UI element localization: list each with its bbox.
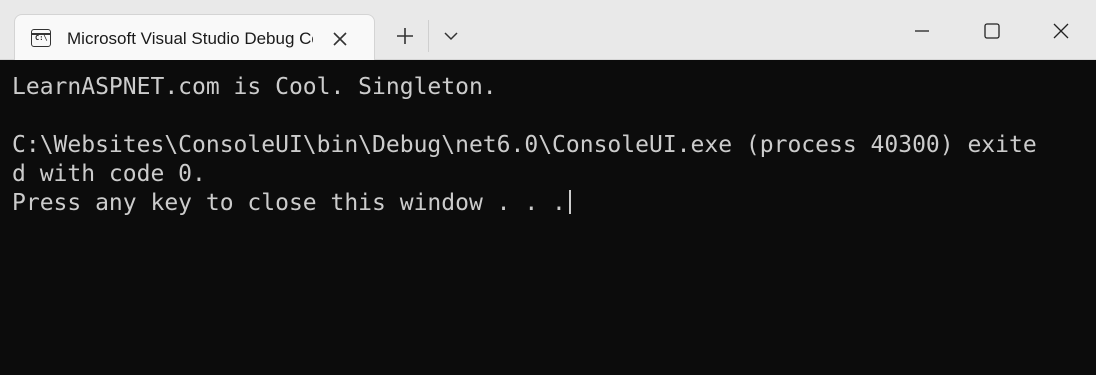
console-icon: C:\ xyxy=(31,29,51,47)
maximize-icon xyxy=(984,23,1000,39)
plus-icon xyxy=(397,28,413,44)
maximize-button[interactable] xyxy=(980,16,1004,46)
chevron-down-icon xyxy=(444,32,458,41)
tab-debug-console[interactable]: C:\ Microsoft Visual Studio Debug Consol… xyxy=(14,14,375,60)
close-icon xyxy=(1053,23,1069,39)
console-line: d with code 0. xyxy=(12,161,206,187)
title-bar: C:\ Microsoft Visual Studio Debug Consol… xyxy=(0,0,1096,60)
console-icon-prompt: C:\ xyxy=(35,34,48,42)
close-window-button[interactable] xyxy=(1049,16,1073,46)
new-tab-button[interactable] xyxy=(393,24,417,48)
tab-close-icon[interactable] xyxy=(328,27,352,51)
text-cursor xyxy=(568,190,571,214)
tab-dropdown-button[interactable] xyxy=(439,24,463,48)
tab-divider xyxy=(428,20,429,52)
console-line-prompt: Press any key to close this window . . . xyxy=(12,189,1096,218)
minimize-icon xyxy=(915,30,929,32)
minimize-button[interactable] xyxy=(910,16,934,46)
tab-title: Microsoft Visual Studio Debug Console xyxy=(67,29,313,48)
console-line: C:\Websites\ConsoleUI\bin\Debug\net6.0\C… xyxy=(12,132,1037,158)
press-any-key-text: Press any key to close this window . . . xyxy=(12,190,566,216)
console-output[interactable]: LearnASPNET.com is Cool. Singleton. C:\W… xyxy=(0,61,1096,375)
console-line: LearnASPNET.com is Cool. Singleton. xyxy=(12,74,497,100)
